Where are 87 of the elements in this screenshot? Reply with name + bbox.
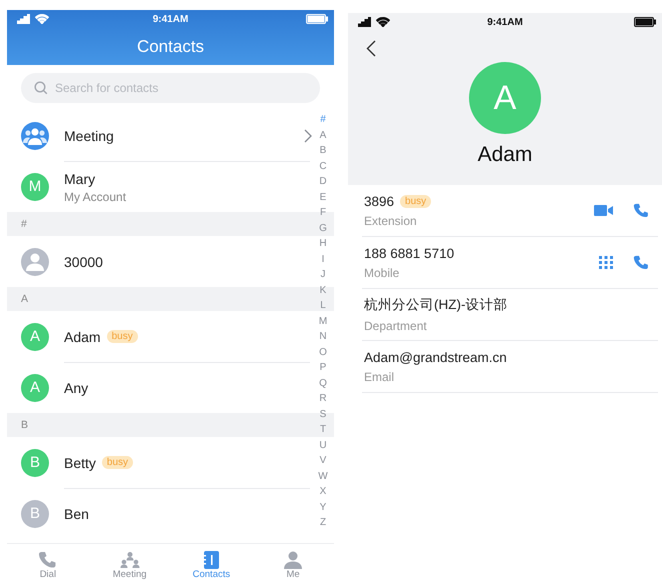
contact-name: Any	[64, 380, 88, 396]
index-letter[interactable]: Q	[319, 378, 327, 388]
index-letter[interactable]: L	[320, 300, 326, 311]
battery-icon	[306, 14, 328, 24]
tab-label[interactable]: Contacts	[192, 569, 230, 580]
index-letter[interactable]: E	[320, 192, 326, 202]
avatar-initial: B	[21, 500, 49, 528]
avatar-initial: A	[469, 62, 541, 134]
tab[interactable]: Contacts	[170, 544, 252, 580]
address-book-icon	[201, 551, 222, 569]
index-letter[interactable]: I	[322, 254, 324, 264]
index-letter[interactable]: Z	[320, 517, 326, 528]
wifi-icon	[376, 17, 390, 27]
status-time: 9:41AM	[152, 14, 188, 24]
status-badge: busy	[102, 456, 134, 469]
people-group-icon	[23, 126, 47, 144]
person-icon	[25, 252, 45, 270]
contact-name: Adam	[478, 143, 532, 167]
field-label: Department	[364, 319, 428, 333]
avatar-initial: M	[21, 172, 49, 200]
status-badge: busy	[400, 194, 432, 208]
phone-icon[interactable]	[632, 255, 650, 270]
index-letter[interactable]: B	[320, 145, 326, 156]
index-letter[interactable]: H	[319, 238, 327, 249]
contact-name: 30000	[64, 254, 103, 270]
tab-label[interactable]: Me	[286, 569, 300, 580]
contact-row[interactable]: 30000	[7, 236, 314, 287]
contact-name: Mary	[64, 170, 96, 186]
field-label: Email	[364, 370, 396, 384]
field-value: 188 6881 5710	[364, 246, 454, 260]
phone-icon[interactable]	[632, 203, 650, 218]
tab[interactable]: Dial	[7, 544, 89, 580]
field-value: 杭州分公司(HZ)-设计部	[364, 296, 508, 314]
tab[interactable]: Meeting	[88, 544, 170, 580]
avatar-initial: A	[21, 374, 49, 402]
index-letter[interactable]: O	[319, 346, 327, 358]
people-group-icon	[120, 551, 140, 569]
contact-name: Meeting	[64, 128, 114, 144]
index-letter[interactable]: V	[320, 455, 326, 466]
wifi-icon	[35, 14, 49, 24]
index-letter[interactable]: W	[318, 470, 328, 482]
index-letter[interactable]: F	[320, 207, 326, 218]
tab-label[interactable]: Dial	[40, 569, 56, 580]
index-letter[interactable]: T	[320, 424, 326, 435]
index-letter[interactable]: D	[319, 176, 327, 187]
index-letter[interactable]: C	[319, 160, 327, 172]
contact-name: Adam	[64, 328, 101, 344]
status-time: 9:41AM	[487, 16, 523, 28]
tab[interactable]: Me	[252, 544, 334, 580]
contact-row[interactable]: B Betty busy	[7, 437, 314, 488]
index-letter[interactable]: R	[319, 393, 327, 404]
signal-icon	[17, 14, 30, 24]
field-value: Adam@grandstream.cn	[364, 350, 507, 364]
screen-title: Contacts	[136, 36, 206, 58]
avatar-initial: B	[21, 448, 49, 476]
index-letter[interactable]: A	[320, 130, 326, 140]
back-icon[interactable]	[366, 40, 376, 57]
index-letter[interactable]: #	[320, 114, 326, 125]
battery-icon	[634, 17, 656, 27]
index-letter[interactable]: U	[319, 440, 327, 450]
index-letter[interactable]: S	[320, 408, 326, 420]
index-letter[interactable]: P	[320, 362, 326, 373]
contact-row[interactable]: B Ben	[7, 488, 314, 539]
keypad-icon[interactable]	[598, 255, 614, 270]
video-camera-icon[interactable]	[594, 203, 614, 218]
field-value: 3896	[364, 194, 394, 208]
index-letter[interactable]: X	[320, 486, 326, 497]
index-letter[interactable]: J	[320, 269, 326, 280]
phone-icon	[38, 551, 58, 569]
index-letter[interactable]: N	[319, 331, 327, 342]
contact-name: Ben	[64, 506, 89, 522]
person-icon	[283, 551, 304, 569]
contact-row[interactable]: A Adam busy	[7, 311, 314, 362]
contact-row[interactable]: Meeting	[7, 110, 314, 161]
search-field[interactable]: Search for contacts	[21, 73, 320, 103]
status-badge: busy	[106, 330, 138, 343]
tab-label[interactable]: Meeting	[112, 569, 147, 580]
index-letter[interactable]: K	[320, 284, 326, 296]
contact-subtitle: My Account	[64, 190, 128, 204]
contact-name: Betty	[64, 454, 96, 470]
field-label: Mobile	[364, 266, 400, 280]
index-letter[interactable]: Y	[320, 502, 326, 512]
index-letter[interactable]: M	[318, 316, 328, 326]
avatar-initial: A	[21, 322, 49, 350]
field-label: Extension	[364, 214, 418, 228]
signal-icon	[358, 17, 371, 27]
index-letter[interactable]: G	[319, 222, 327, 234]
